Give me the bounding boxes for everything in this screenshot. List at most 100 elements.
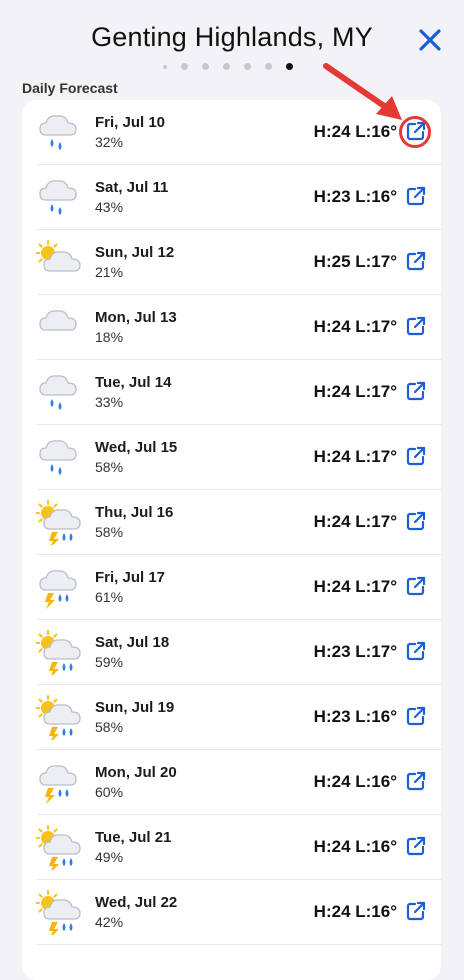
forecast-day: Thu, Jul 16: [95, 504, 174, 521]
external-link-icon: [405, 381, 427, 406]
precip-chance: 58%: [95, 524, 124, 540]
external-link-icon: [405, 186, 427, 211]
cloud-rain-icon: [36, 434, 82, 480]
forecast-day: Fri, Jul 10: [95, 114, 166, 131]
temperature-range: H:24 L:17°: [313, 447, 397, 466]
external-link-icon: [405, 511, 427, 536]
temperature-range: H:24 L:17°: [313, 577, 397, 596]
sun-cloud-storm-icon: [35, 499, 82, 548]
close-button[interactable]: [414, 24, 446, 56]
section-label: Daily Forecast: [22, 80, 118, 96]
precip-chance: 58%: [95, 459, 124, 475]
forecast-row[interactable]: Fri, Jul 10 32% H:24 L:16°: [22, 100, 441, 165]
temperature-range: H:25 L:17°: [313, 252, 397, 271]
forecast-row[interactable]: Tue, Jul 14 33% H:24 L:17°: [22, 360, 441, 425]
sun-cloud-storm-icon: [35, 694, 82, 743]
temperature-range: H:23 L:17°: [313, 642, 397, 661]
external-link-icon: [405, 641, 427, 666]
precip-chance: 43%: [95, 199, 124, 215]
forecast-row[interactable]: Thu, Jul 16 58% H:24 L:17°: [22, 490, 441, 555]
page-dot[interactable]: [265, 63, 272, 70]
temperature-range: H:24 L:17°: [313, 512, 397, 531]
forecast-day: Mon, Jul 13: [95, 309, 177, 326]
page-dot[interactable]: [286, 63, 293, 70]
external-link-icon: [405, 576, 427, 601]
external-link-icon: [405, 771, 427, 796]
precip-chance: 58%: [95, 719, 124, 735]
open-details-button[interactable]: [405, 120, 427, 142]
open-details-button[interactable]: [405, 510, 427, 532]
forecast-row[interactable]: Tue, Jul 21 49% H:24 L:16°: [22, 815, 441, 880]
sun-cloud-storm-icon: [35, 824, 82, 873]
cloud-icon: [36, 304, 82, 350]
open-details-button[interactable]: [405, 315, 427, 337]
cloud-storm-icon: [36, 564, 82, 610]
forecast-row[interactable]: Wed, Jul 15 58% H:24 L:17°: [22, 425, 441, 490]
sun-cloud-icon: [35, 239, 82, 285]
open-details-button[interactable]: [405, 705, 427, 727]
temperature-range: H:24 L:17°: [313, 317, 397, 336]
page-dot[interactable]: [202, 63, 209, 70]
forecast-day: Wed, Jul 22: [95, 894, 178, 911]
temperature-range: H:24 L:16°: [313, 902, 397, 921]
sun-cloud-storm-icon: [35, 629, 82, 678]
forecast-day: Tue, Jul 14: [95, 374, 172, 391]
forecast-day: Mon, Jul 20: [95, 764, 177, 781]
forecast-row[interactable]: Mon, Jul 20 60% H:24 L:16°: [22, 750, 441, 815]
open-details-button[interactable]: [405, 900, 427, 922]
open-details-button[interactable]: [405, 445, 427, 467]
open-details-button[interactable]: [405, 640, 427, 662]
external-link-icon: [405, 836, 427, 861]
temperature-range: H:24 L:16°: [313, 122, 397, 141]
external-link-icon: [405, 121, 427, 146]
forecast-row[interactable]: Sun, Jul 12 21% H:25 L:17°: [22, 230, 441, 295]
forecast-day: Sat, Jul 18: [95, 634, 170, 651]
open-details-button[interactable]: [405, 835, 427, 857]
precip-chance: 21%: [95, 264, 124, 280]
cloud-rain-icon: [36, 109, 82, 155]
forecast-row[interactable]: Mon, Jul 13 18% H:24 L:17°: [22, 295, 441, 360]
forecast-row[interactable]: Fri, Jul 17 61% H:24 L:17°: [22, 555, 441, 620]
page-title: Genting Highlands, MY: [91, 22, 373, 52]
forecast-day: Wed, Jul 15: [95, 439, 178, 456]
divider: [37, 944, 441, 945]
forecast-day: Fri, Jul 17: [95, 569, 166, 586]
open-details-button[interactable]: [405, 770, 427, 792]
temperature-range: H:24 L:16°: [313, 837, 397, 856]
page-dot[interactable]: [181, 63, 188, 70]
temperature-range: H:24 L:17°: [313, 382, 397, 401]
close-icon: [419, 29, 441, 51]
external-link-icon: [405, 316, 427, 341]
forecast-day: Sun, Jul 12: [95, 244, 175, 261]
temperature-range: H:23 L:16°: [313, 187, 397, 206]
temperature-range: H:24 L:16°: [313, 772, 397, 791]
forecast-day: Sun, Jul 19: [95, 699, 175, 716]
forecast-day: Tue, Jul 21: [95, 829, 172, 846]
cloud-rain-icon: [36, 174, 82, 220]
open-details-button[interactable]: [405, 380, 427, 402]
forecast-row[interactable]: Sat, Jul 11 43% H:23 L:16°: [22, 165, 441, 230]
forecast-row[interactable]: Wed, Jul 22 42% H:24 L:16°: [22, 880, 441, 945]
precip-chance: 61%: [95, 589, 124, 605]
precip-chance: 49%: [95, 849, 124, 865]
forecast-row[interactable]: Sat, Jul 18 59% H:23 L:17°: [22, 620, 441, 685]
open-details-button[interactable]: [405, 185, 427, 207]
forecast-day: Sat, Jul 11: [95, 179, 169, 196]
precip-chance: 42%: [95, 914, 124, 930]
external-link-icon: [405, 706, 427, 731]
external-link-icon: [405, 251, 427, 276]
open-details-button[interactable]: [405, 250, 427, 272]
open-details-button[interactable]: [405, 575, 427, 597]
page-dot[interactable]: [163, 64, 167, 69]
cloud-rain-icon: [36, 369, 82, 415]
external-link-icon: [405, 901, 427, 926]
precip-chance: 18%: [95, 329, 124, 345]
forecast-row[interactable]: Sun, Jul 19 58% H:23 L:16°: [22, 685, 441, 750]
page-dot[interactable]: [223, 63, 230, 70]
sun-cloud-storm-icon: [35, 889, 82, 938]
forecast-list: Fri, Jul 10 32% H:24 L:16° Sat, Jul 11 43% H:…: [22, 100, 441, 980]
page-indicator[interactable]: [163, 63, 307, 70]
precip-chance: 33%: [95, 394, 124, 410]
page-dot[interactable]: [244, 63, 251, 70]
cloud-storm-icon: [36, 759, 82, 805]
